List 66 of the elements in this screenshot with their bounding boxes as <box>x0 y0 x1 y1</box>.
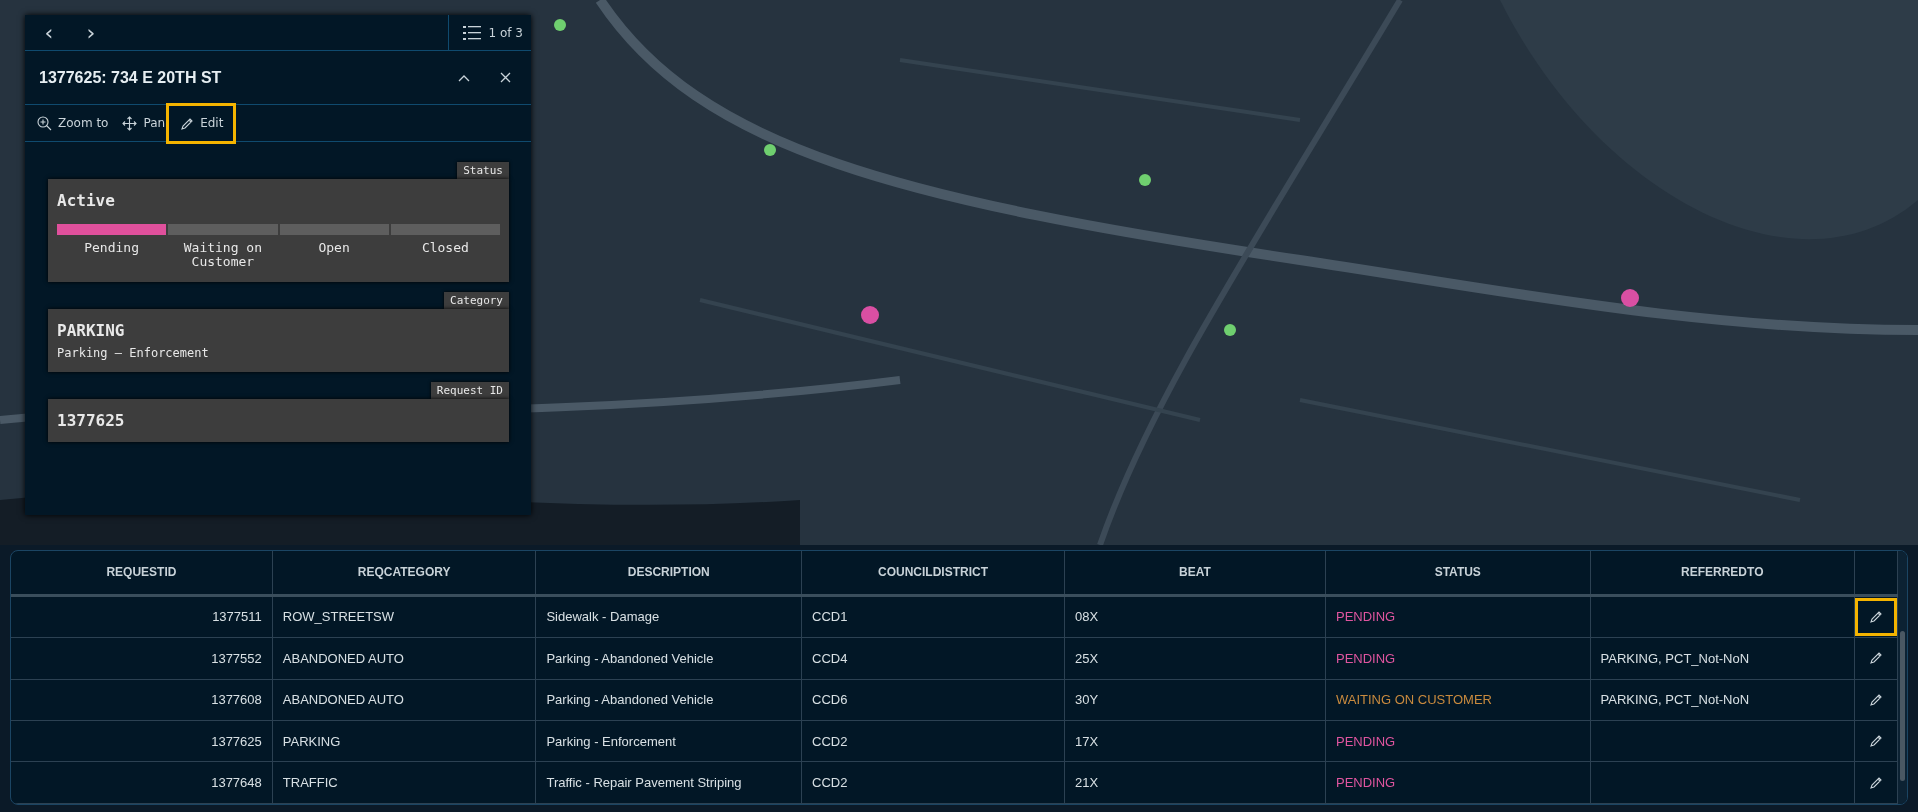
field-detail: Parking – Enforcement <box>57 345 210 360</box>
field-label: Status <box>457 162 509 179</box>
table-cell: WAITING ON CUSTOMER <box>1325 679 1591 721</box>
table-cell: PARKING, PCT_Not-NoN <box>1590 679 1855 721</box>
zoom-button[interactable]: Zoom to <box>33 111 113 135</box>
table-cell: CCD2 <box>801 761 1065 804</box>
field-value: 1377625 <box>57 410 126 430</box>
column-header[interactable]: STATUS <box>1325 551 1591 595</box>
table-cell: PENDING <box>1325 761 1591 804</box>
scrollbar[interactable] <box>1898 551 1907 804</box>
table-cell: 25X <box>1064 637 1326 679</box>
table-cell: Sidewalk - Damage <box>535 595 802 638</box>
step-label: Closed <box>420 241 470 256</box>
zoom-in-icon <box>37 115 52 131</box>
edit-button[interactable]: Edit <box>175 111 228 135</box>
column-header[interactable]: REQUESTID <box>11 551 273 595</box>
field-value: Active <box>57 191 116 210</box>
table-cell: ABANDONED AUTO <box>272 679 536 721</box>
field-value: PARKING <box>57 320 126 340</box>
table-cell: PENDING <box>1325 720 1591 762</box>
table-cell: 1377552 <box>11 637 273 679</box>
table-cell: CCD6 <box>801 679 1065 721</box>
table-cell: ABANDONED AUTO <box>272 637 536 679</box>
pencil-icon <box>1867 650 1884 667</box>
table-cell: Traffic - Repair Pavement Striping <box>535 761 802 804</box>
table-cell: 30Y <box>1064 679 1326 721</box>
column-header[interactable]: REFERREDTO <box>1590 551 1855 595</box>
table-cell: 1377511 <box>11 595 273 638</box>
table-cell: ROW_STREETSW <box>272 595 536 638</box>
field-label: Category <box>444 291 509 309</box>
column-header[interactable]: COUNCILDISTRICT <box>801 551 1065 595</box>
list-icon <box>462 25 481 40</box>
move-icon <box>122 115 138 131</box>
table-cell: Parking - Abandoned Vehicle <box>535 679 802 721</box>
column-header[interactable]: DESCRIPTION <box>535 551 802 595</box>
edit-button[interactable] <box>1854 597 1897 636</box>
table-cell: PARKING <box>272 720 536 762</box>
pencil-icon <box>1867 733 1884 750</box>
table-cell: CCD4 <box>801 637 1065 679</box>
table-cell: Parking - Abandoned Vehicle <box>535 637 802 679</box>
table-cell: PENDING <box>1325 595 1591 638</box>
table-cell: TRAFFIC <box>272 761 536 804</box>
chevron-up-icon <box>458 73 470 82</box>
table-cell: Parking - Enforcement <box>535 720 802 762</box>
column-header[interactable]: REQCATEGORY <box>272 551 536 595</box>
step-label: Open <box>317 241 351 256</box>
step-label: Pending <box>83 241 140 256</box>
table-cell: 1377608 <box>11 679 273 721</box>
table-cell: 17X <box>1064 720 1326 762</box>
popup-title: 1377625: 734 E 20TH ST <box>39 68 223 87</box>
field-label: Request ID <box>430 381 509 399</box>
previous-button[interactable]: ‹ <box>31 15 67 50</box>
pan-button[interactable]: Pan <box>118 111 170 135</box>
table-cell: PENDING <box>1325 637 1591 679</box>
table-cell: 1377625 <box>11 720 273 762</box>
next-button[interactable]: › <box>73 15 109 50</box>
column-header[interactable]: BEAT <box>1064 551 1326 595</box>
table-cell: 1377648 <box>11 761 273 804</box>
table-cell: CCD2 <box>801 720 1065 762</box>
table-cell: 21X <box>1064 761 1326 804</box>
close-icon <box>500 72 511 83</box>
table-cell: 08X <box>1064 595 1326 638</box>
step-label: Waiting on Customer <box>182 241 263 270</box>
table-cell: CCD1 <box>801 595 1065 638</box>
table-cell: PARKING, PCT_Not-NoN <box>1590 637 1855 679</box>
feature-count: 1 of 3 <box>488 25 523 40</box>
